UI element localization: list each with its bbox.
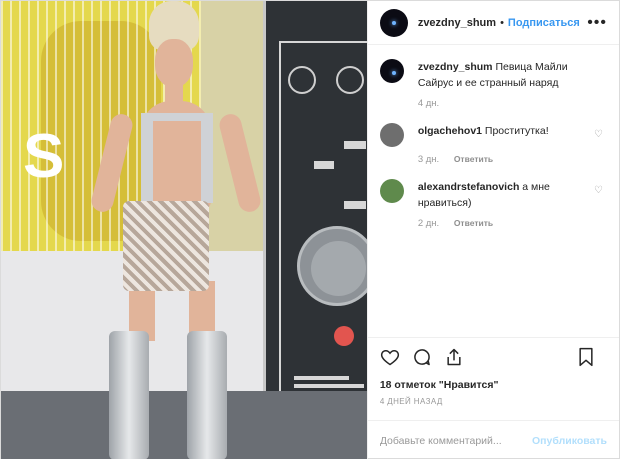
post-actions <box>367 337 619 379</box>
post-timestamp[interactable]: 4 ДНЕЙ НАЗАД <box>368 391 619 406</box>
person-head <box>155 39 193 87</box>
publish-button[interactable]: Опубликовать <box>532 435 607 447</box>
comment-like-heart-icon[interactable]: ♡ <box>594 185 603 196</box>
caption-meta: 4 дн. <box>418 98 607 109</box>
post-photo[interactable]: S <box>1 1 367 459</box>
photo-panel-bar <box>344 141 366 149</box>
comment-item: olgachehov1 Проститутка! ♡ <box>379 123 607 147</box>
caption-username[interactable]: zvezdny_shum <box>418 61 493 73</box>
caption-text-block: zvezdny_shum Певица Майли Сайрус и ее ст… <box>418 59 593 91</box>
caption-time[interactable]: 4 дн. <box>418 98 439 109</box>
caption: zvezdny_shum Певица Майли Сайрус и ее ст… <box>379 59 607 91</box>
commenter-avatar[interactable] <box>379 123 404 147</box>
comment-input[interactable] <box>379 434 533 447</box>
instagram-post: S zvezdny_shum • Подписаться ••• zvezdny… <box>0 0 620 459</box>
add-comment-bar: Опубликовать <box>367 420 619 459</box>
header-separator: • <box>500 16 504 29</box>
bookmark-icon[interactable] <box>577 347 595 371</box>
comment-time[interactable]: 2 дн. <box>418 218 439 229</box>
comment-text-block: olgachehov1 Проститутка! <box>418 123 593 139</box>
likes-count[interactable]: 18 отметок "Нравится" <box>368 379 619 391</box>
author-avatar[interactable] <box>379 8 408 37</box>
reply-button[interactable]: Ответить <box>454 154 493 164</box>
heart-icon[interactable] <box>380 347 400 371</box>
photo-panel-bar <box>314 161 334 169</box>
comment-like-heart-icon[interactable]: ♡ <box>594 129 603 140</box>
person-boot-left <box>109 331 149 459</box>
person-arm-left <box>89 111 135 215</box>
share-icon[interactable] <box>444 347 464 371</box>
photo-panel-bar <box>344 201 366 209</box>
photo-dial-center <box>311 241 366 296</box>
comment-icon[interactable] <box>412 347 432 371</box>
comment-time[interactable]: 3 дн. <box>418 154 439 165</box>
photo-sign-letter: S <box>23 122 65 191</box>
person-harness-strap <box>141 113 213 121</box>
person-skirt <box>123 201 209 291</box>
caption-avatar[interactable] <box>379 59 404 83</box>
comments-list: zvezdny_shum Певица Майли Сайрус и ее ст… <box>368 45 619 337</box>
comment-text-block: alexandrstefanovich а мне нравиться) <box>418 179 593 211</box>
comment-meta: 2 дн. Ответить <box>418 218 607 229</box>
post-header: zvezdny_shum • Подписаться ••• <box>367 1 619 45</box>
photo-knob <box>288 66 316 94</box>
photo-person <box>79 1 263 459</box>
person-harness-strap <box>201 113 213 203</box>
comment-username[interactable]: alexandrstefanovich <box>418 181 520 193</box>
post-sidebar: zvezdny_shum • Подписаться ••• zvezdny_s… <box>366 1 619 459</box>
reply-button[interactable]: Ответить <box>454 218 493 228</box>
comment-username[interactable]: olgachehov1 <box>418 125 482 137</box>
person-boot-right <box>187 331 227 459</box>
photo-panel-bar <box>294 376 349 380</box>
follow-button[interactable]: Подписаться <box>508 17 580 29</box>
commenter-avatar[interactable] <box>379 179 404 203</box>
photo-red-light <box>334 326 354 346</box>
more-horizontal-icon[interactable]: ••• <box>587 14 607 32</box>
author-username[interactable]: zvezdny_shum <box>418 17 496 29</box>
comment-item: alexandrstefanovich а мне нравиться) ♡ <box>379 179 607 211</box>
photo-panel-bar <box>294 384 364 388</box>
comment-meta: 3 дн. Ответить <box>418 154 607 165</box>
person-harness-strap <box>141 113 153 203</box>
photo-knob <box>336 66 364 94</box>
comment-text: Проститутка! <box>484 125 549 137</box>
photo-panel-frame <box>279 41 367 411</box>
